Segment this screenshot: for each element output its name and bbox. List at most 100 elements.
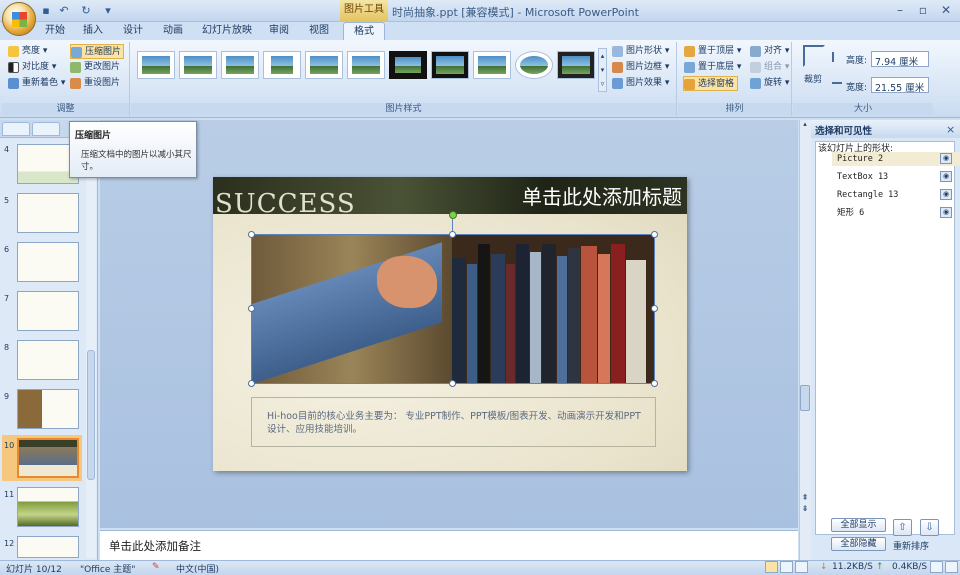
prev-next-slide-icon[interactable]: ⇞ ⇟ <box>800 492 810 516</box>
tab-review[interactable]: 审阅 <box>264 22 294 40</box>
picture-border-button[interactable]: 图片边框 ▾ <box>612 60 669 75</box>
spellcheck-icon[interactable]: ✎ <box>152 562 160 572</box>
scroll-up-icon[interactable]: ▴ <box>800 120 810 130</box>
change-picture-button[interactable]: 更改图片 <box>70 60 120 75</box>
slide-panel-scroll-thumb[interactable] <box>87 350 95 480</box>
hide-all-button[interactable]: 全部隐藏 <box>831 537 886 551</box>
tab-animation[interactable]: 动画 <box>158 22 188 40</box>
brightness-button[interactable]: 亮度 ▾ <box>8 44 47 59</box>
redo-icon[interactable]: ↻ <box>78 3 94 18</box>
tab-slideshow[interactable]: 幻灯片放映 <box>198 22 256 40</box>
slide-thumb-11[interactable] <box>17 487 79 527</box>
slide-number: 9 <box>4 392 10 401</box>
notes-pane[interactable]: 单击此处添加备注 <box>100 530 798 560</box>
compress-pictures-button[interactable]: 压缩图片 <box>70 44 125 59</box>
picture-shape-button[interactable]: 图片形状 ▾ <box>612 44 669 59</box>
slide-thumb-12[interactable] <box>17 536 79 558</box>
office-button[interactable] <box>2 2 36 36</box>
resize-handle[interactable] <box>248 305 255 312</box>
tab-design[interactable]: 设计 <box>118 22 148 40</box>
picture-style-7[interactable] <box>389 51 427 79</box>
slide-number: 10 <box>4 441 15 450</box>
picture-effects-button[interactable]: 图片效果 ▾ <box>612 76 669 91</box>
customize-quick-access-icon[interactable]: ▾ <box>100 3 116 18</box>
send-to-back-button[interactable]: 置于底层 ▾ <box>684 60 741 75</box>
slide-thumb-6[interactable] <box>17 242 79 282</box>
crop-icon[interactable] <box>803 45 825 67</box>
styles-gallery-scroll[interactable]: ▴ ▾ ▿ <box>598 48 607 92</box>
picture-style-8[interactable] <box>431 51 469 79</box>
slide-thumb-9[interactable] <box>17 389 79 429</box>
slide-sorter-view-icon[interactable] <box>780 561 793 573</box>
align-label: 对齐 <box>764 46 783 56</box>
picture-shape-label: 图片形状 <box>626 46 663 56</box>
rotate-label: 旋转 <box>764 78 783 88</box>
selection-visibility-pane: 选择和可见性 <box>811 120 960 560</box>
show-all-button[interactable]: 全部显示 <box>831 518 886 532</box>
normal-view-icon[interactable] <box>765 561 778 573</box>
contrast-button[interactable]: 对比度 ▾ <box>8 60 56 75</box>
picture-style-5[interactable] <box>305 51 343 79</box>
main-scroll-thumb[interactable] <box>800 385 810 411</box>
close-button[interactable]: ✕ <box>934 0 958 20</box>
move-down-button[interactable]: ⇩ <box>920 519 939 536</box>
picture-style-3[interactable] <box>221 51 259 79</box>
undo-icon[interactable]: ↶ <box>56 3 72 18</box>
selection-pane-button[interactable]: 选择窗格 <box>683 76 739 91</box>
slide-title-placeholder[interactable]: 单击此处添加标题 <box>420 181 682 210</box>
resize-handle[interactable] <box>449 231 456 238</box>
bring-to-front-button[interactable]: 置于顶层 ▾ <box>684 44 741 59</box>
language-indicator: 中文(中国) <box>176 565 220 575</box>
slides-tab[interactable] <box>2 122 30 136</box>
group-label-adjust: 调整 <box>2 103 129 115</box>
close-pane-icon[interactable]: × <box>946 123 955 136</box>
slide-body-textbox[interactable]: Hi-hoo目前的核心业务主要为： 专业PPT制作、PPT模板/图表开发、动画演… <box>251 397 656 447</box>
slide-thumb-5[interactable] <box>17 193 79 233</box>
restore-button[interactable]: ▫ <box>911 0 935 20</box>
resize-handle[interactable] <box>651 380 658 387</box>
picture-style-6[interactable] <box>347 51 385 79</box>
resize-handle[interactable] <box>651 231 658 238</box>
picture-style-1[interactable] <box>137 51 175 79</box>
resize-handle[interactable] <box>449 380 456 387</box>
shape-name: 矩形 6 <box>837 208 865 218</box>
group-button[interactable]: 组合 ▾ <box>750 60 789 75</box>
picture-style-11[interactable] <box>557 51 595 79</box>
picture-style-2[interactable] <box>179 51 217 79</box>
outline-tab[interactable] <box>32 122 60 136</box>
tab-format[interactable]: 格式 <box>343 22 385 40</box>
rotation-handle[interactable] <box>449 211 457 219</box>
minimize-button[interactable]: – <box>888 0 912 20</box>
move-up-button[interactable]: ⇧ <box>893 519 912 536</box>
slideshow-view-icon[interactable] <box>795 561 808 573</box>
change-picture-label: 更改图片 <box>84 62 121 72</box>
save-icon[interactable]: ▪ <box>38 3 54 18</box>
resize-handle[interactable] <box>248 231 255 238</box>
tab-view[interactable]: 视图 <box>304 22 334 40</box>
visibility-eye-icon[interactable]: ◉ <box>940 207 952 218</box>
resize-handle[interactable] <box>248 380 255 387</box>
fit-to-window-icon[interactable] <box>930 561 943 573</box>
slide-panel-scrollbar[interactable] <box>86 138 96 558</box>
picture-style-10[interactable] <box>515 51 553 79</box>
slide-thumb-7[interactable] <box>17 291 79 331</box>
visibility-eye-icon[interactable]: ◉ <box>940 153 952 164</box>
visibility-eye-icon[interactable]: ◉ <box>940 189 952 200</box>
reset-picture-button[interactable]: 重设图片 <box>70 76 120 91</box>
slide-thumb-10[interactable] <box>17 438 79 478</box>
rotate-button[interactable]: 旋转 ▾ <box>750 76 789 91</box>
zoom-fit-icon[interactable] <box>945 561 958 573</box>
slide-thumb-8[interactable] <box>17 340 79 380</box>
banner-success-text: SUCCESS <box>215 189 356 219</box>
height-input[interactable]: 7.94 厘米 <box>871 51 929 68</box>
width-input[interactable]: 21.55 厘米 <box>871 77 929 94</box>
picture-border-icon <box>612 62 623 73</box>
visibility-eye-icon[interactable]: ◉ <box>940 171 952 182</box>
align-button[interactable]: 对齐 ▾ <box>750 44 789 59</box>
tab-insert[interactable]: 插入 <box>78 22 108 40</box>
resize-handle[interactable] <box>651 305 658 312</box>
tab-home[interactable]: 开始 <box>40 22 70 40</box>
picture-style-9[interactable] <box>473 51 511 79</box>
picture-style-4[interactable] <box>263 51 301 79</box>
recolor-button[interactable]: 重新着色 ▾ <box>8 76 65 91</box>
